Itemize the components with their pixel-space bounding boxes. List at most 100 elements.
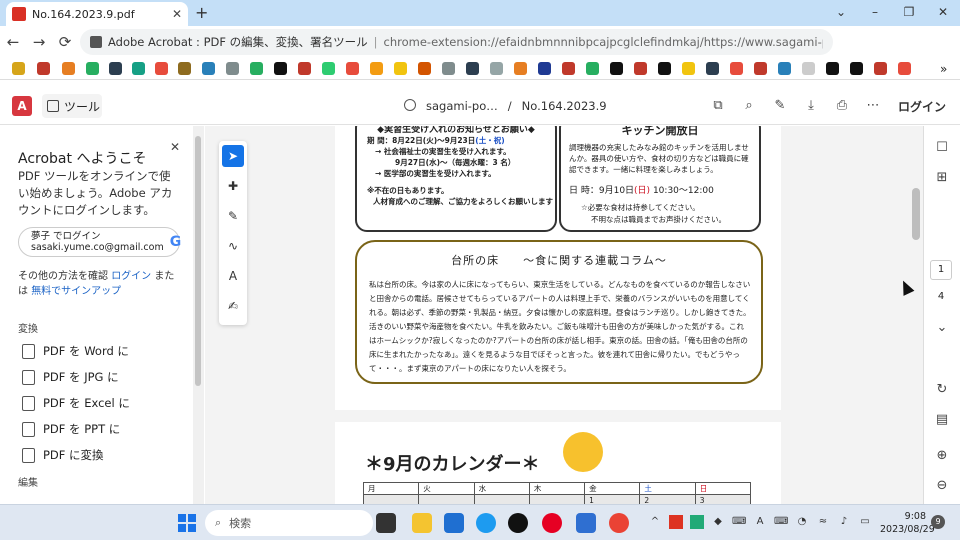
font-icon[interactable]: A <box>753 515 767 529</box>
bookmark-icon[interactable] <box>682 62 695 75</box>
bookmark-icon[interactable] <box>778 62 791 75</box>
tab-search-button[interactable]: ⌄ <box>824 2 858 22</box>
bookmark-icon[interactable] <box>442 62 455 75</box>
page-icon[interactable]: ▤ <box>934 412 950 427</box>
tumblr-icon[interactable] <box>508 513 528 533</box>
bookmark-icon[interactable] <box>155 62 168 75</box>
tools-button[interactable]: ツール <box>42 94 102 118</box>
pdf-to-ppt-item[interactable]: PDF を PPT に <box>22 421 120 437</box>
document-scrollbar[interactable] <box>910 126 922 504</box>
login-link[interactable]: ログイン <box>111 271 151 282</box>
tab-pdf[interactable]: No.164.2023.9.pdf ✕ <box>6 2 188 26</box>
bookmark-icon[interactable] <box>250 62 263 75</box>
download-icon[interactable]: ⤓ <box>803 98 819 113</box>
bookmark-icon[interactable] <box>802 62 815 75</box>
bookmark-icon[interactable] <box>12 62 25 75</box>
bookmark-icon[interactable] <box>466 62 479 75</box>
bookmark-icon[interactable] <box>178 62 191 75</box>
store-icon[interactable] <box>576 513 596 533</box>
bookmark-icon[interactable] <box>132 62 145 75</box>
new-tab-button[interactable]: + <box>195 3 208 22</box>
comments-icon[interactable]: ☐ <box>934 140 950 155</box>
bookmark-icon[interactable] <box>394 62 407 75</box>
bookmark-icon[interactable] <box>298 62 311 75</box>
wifi-icon[interactable]: ≈ <box>816 515 830 529</box>
bookmark-icon[interactable] <box>706 62 719 75</box>
current-page[interactable]: 1 <box>930 260 952 280</box>
keyboard-icon[interactable]: ⌨ <box>732 515 746 529</box>
tray-chevron-icon[interactable]: ^ <box>648 515 662 529</box>
bookmark-icon[interactable] <box>202 62 215 75</box>
sign-tool-icon[interactable]: ✍ <box>222 295 244 317</box>
bookmark-icon[interactable] <box>538 62 551 75</box>
bookmark-icon[interactable] <box>322 62 335 75</box>
bookmark-icon[interactable] <box>226 62 239 75</box>
more-icon[interactable]: ⋯ <box>865 98 881 113</box>
panel-close-icon[interactable]: ✕ <box>170 140 180 154</box>
close-window-button[interactable]: ✕ <box>926 2 960 22</box>
copy-icon[interactable]: ⧉ <box>710 98 726 113</box>
pdf-to-excel-item[interactable]: PDF を Excel に <box>22 395 130 411</box>
bookmark-icon[interactable] <box>490 62 503 75</box>
bookmark-icon[interactable] <box>658 62 671 75</box>
task-view-icon[interactable] <box>376 513 396 533</box>
select-tool-icon[interactable]: ➤ <box>222 145 244 167</box>
restore-button[interactable]: ❐ <box>892 2 926 22</box>
acrobat-logo-icon[interactable]: A <box>12 96 32 116</box>
scroll-thumb[interactable] <box>912 188 920 240</box>
explorer-icon[interactable] <box>412 513 432 533</box>
bookmark-icon[interactable] <box>850 62 863 75</box>
tray-app-icon[interactable] <box>690 515 704 529</box>
bookmark-icon[interactable] <box>62 62 75 75</box>
print-icon[interactable]: ⎙ <box>834 98 850 113</box>
signup-link[interactable]: 無料でサインアップ <box>31 286 121 297</box>
text-tool-icon[interactable]: A <box>222 265 244 287</box>
google-login-button[interactable]: 夢子 でログイン sasaki.yume.co@gmail.com G <box>18 227 181 257</box>
notification-badge[interactable]: 9 <box>931 515 945 529</box>
bookmark-icon[interactable] <box>562 62 575 75</box>
thumbnails-icon[interactable]: ⊞ <box>934 170 950 185</box>
bookmark-icon[interactable] <box>634 62 647 75</box>
taskbar-clock[interactable]: 9:08 2023/08/29 <box>880 510 935 536</box>
comment-tool-icon[interactable]: ✚ <box>222 175 244 197</box>
draw-tool-icon[interactable]: ∿ <box>222 235 244 257</box>
bookmark-icon[interactable] <box>874 62 887 75</box>
highlight-tool-icon[interactable]: ✎ <box>222 205 244 227</box>
mail-icon[interactable] <box>444 513 464 533</box>
skype-icon[interactable] <box>476 513 496 533</box>
volume-icon[interactable]: ♪ <box>837 515 851 529</box>
bookmark-icon[interactable] <box>346 62 359 75</box>
back-button[interactable]: ← <box>0 33 26 51</box>
bookmark-icon[interactable] <box>898 62 911 75</box>
pdf-to-jpg-item[interactable]: PDF を JPG に <box>22 369 119 385</box>
rotate-icon[interactable]: ↻ <box>934 382 950 397</box>
windows-start-icon[interactable] <box>178 514 196 532</box>
battery-icon[interactable]: ▭ <box>858 515 872 529</box>
bookmark-icon[interactable] <box>754 62 767 75</box>
chrome-icon[interactable] <box>609 513 629 533</box>
zoom-in-icon[interactable]: ⊕ <box>934 448 950 463</box>
convert-to-pdf-item[interactable]: PDF に変換 <box>22 447 104 463</box>
dropbox-icon[interactable]: ◆ <box>711 515 725 529</box>
tray-app-icon[interactable] <box>669 515 683 529</box>
scroll-thumb[interactable] <box>195 136 201 386</box>
bookmark-icon[interactable] <box>418 62 431 75</box>
reload-button[interactable]: ⟳ <box>52 33 78 51</box>
breadcrumb-site[interactable]: sagami-po… <box>426 99 498 113</box>
bookmark-icon[interactable] <box>274 62 287 75</box>
pinterest-icon[interactable] <box>542 513 562 533</box>
pdf-to-word-item[interactable]: PDF を Word に <box>22 343 129 359</box>
bookmark-icon[interactable] <box>730 62 743 75</box>
bookmark-icon[interactable] <box>37 62 50 75</box>
bookmark-icon[interactable] <box>370 62 383 75</box>
bookmark-icon[interactable] <box>514 62 527 75</box>
forward-button[interactable]: → <box>26 33 52 51</box>
bookmark-icon[interactable] <box>86 62 99 75</box>
chevron-down-icon[interactable]: ⌄ <box>934 320 950 335</box>
bookmark-icon[interactable] <box>586 62 599 75</box>
login-button[interactable]: ログイン <box>898 98 946 115</box>
panel-scrollbar[interactable] <box>193 126 204 504</box>
minimize-button[interactable]: – <box>858 2 892 22</box>
address-bar[interactable]: Adobe Acrobat : PDF の編集、変換、署名ツール | chrom… <box>80 29 833 55</box>
bookmarks-more-icon[interactable]: » <box>940 62 953 76</box>
